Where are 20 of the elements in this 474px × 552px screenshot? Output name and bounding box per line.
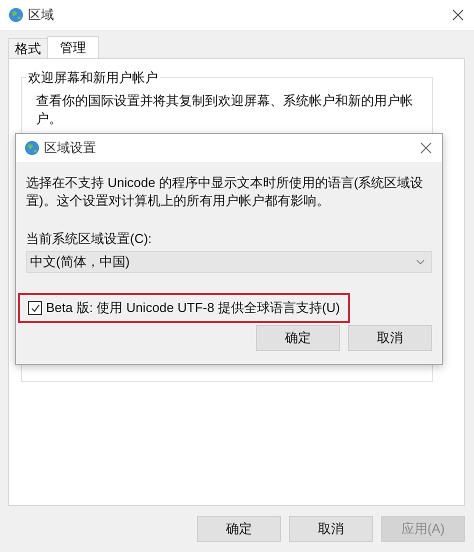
group-description: 查看你的国际设置并将其复制到欢迎屏幕、系统帐户和新的用户帐户。	[36, 92, 414, 128]
dialog-title: 区域设置	[44, 139, 97, 157]
globe-icon	[8, 7, 24, 23]
tab[interactable]: 格式	[8, 38, 48, 58]
dialog-button[interactable]: 确定	[256, 325, 340, 351]
field-label: 当前系统区域设置(C):	[26, 230, 153, 248]
chevron-down-icon	[416, 259, 425, 265]
dialog-button[interactable]: 取消	[348, 325, 432, 351]
group-title: 欢迎屏幕和新用户帐户	[26, 69, 160, 87]
utf8-checkbox[interactable]: Beta 版: 使用 Unicode UTF-8 提供全球语言支持(U)	[28, 299, 340, 317]
close-icon[interactable]	[452, 9, 464, 21]
close-icon[interactable]	[420, 142, 432, 154]
checkbox[interactable]	[28, 301, 42, 315]
dialog-button[interactable]: 取消	[289, 516, 373, 542]
dialog-description: 选择在不支持 Unicode 的程序中显示文本时所使用的语言(系统区域设置)。这个设置对计算机上的所有用户帐户都有影响。	[26, 174, 424, 210]
globe-icon	[24, 140, 40, 156]
dialog-button[interactable]: 确定	[197, 516, 281, 542]
locale-dropdown[interactable]: 中文(简体，中国)	[26, 251, 432, 273]
tab[interactable]: 管理	[47, 36, 99, 58]
window-title: 区域	[28, 6, 55, 24]
